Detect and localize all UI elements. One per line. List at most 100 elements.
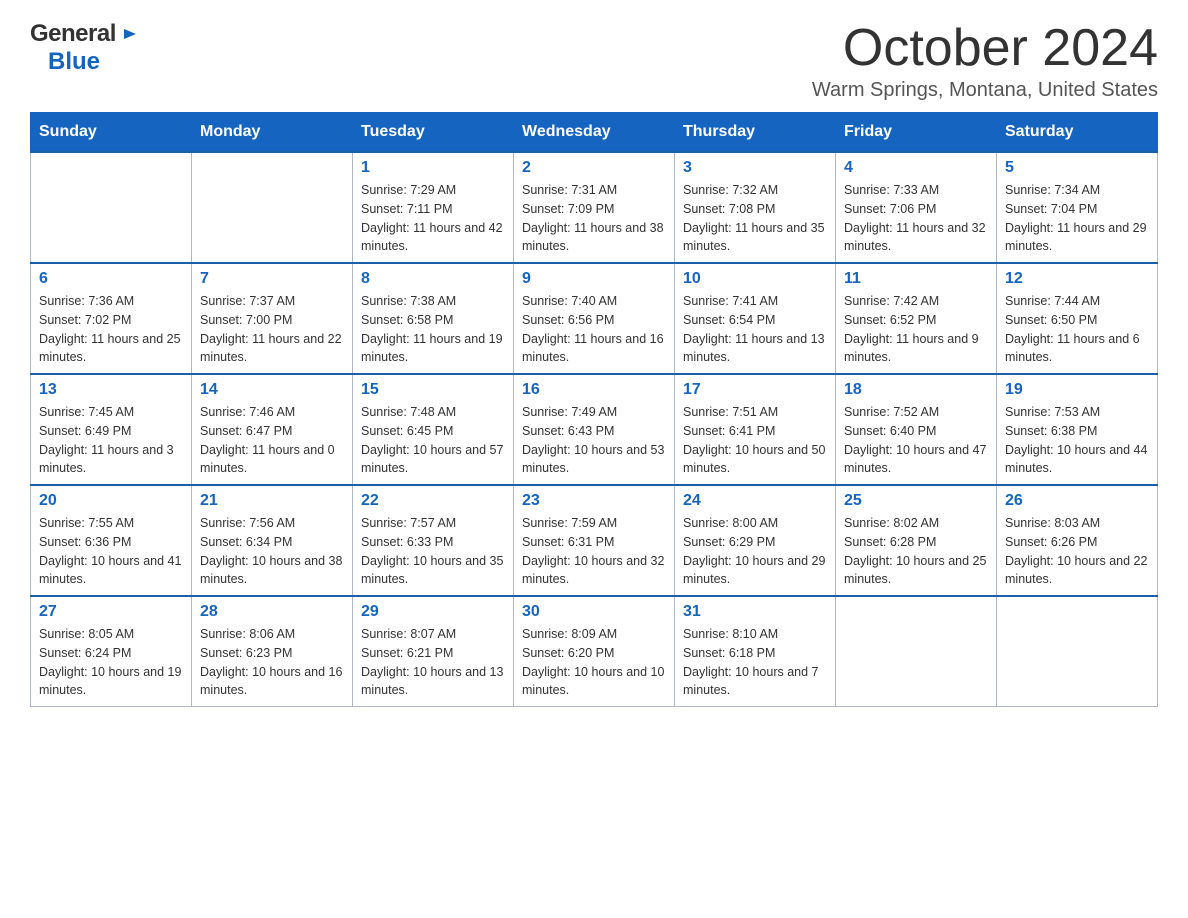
calendar-cell: 4 Sunrise: 7:33 AMSunset: 7:06 PMDaylight…	[836, 152, 997, 263]
calendar-cell: 24 Sunrise: 8:00 AMSunset: 6:29 PMDayligh…	[675, 485, 836, 596]
weekday-header-sunday: Sunday	[31, 113, 192, 153]
weekday-header-row: SundayMondayTuesdayWednesdayThursdayFrid…	[31, 113, 1158, 153]
calendar-cell: 31Sunrise: 8:10 AMSunset: 6:18 PMDayligh…	[675, 596, 836, 707]
day-number: 19	[1005, 381, 1149, 399]
logo-triangle-icon	[120, 25, 138, 48]
logo: General Blue	[30, 20, 138, 76]
day-number: 11	[844, 270, 988, 288]
day-info: Sunrise: 7:44 AMSunset: 6:50 PMDaylight:…	[1005, 292, 1149, 367]
day-number: 14	[200, 381, 344, 399]
day-info: Sunrise: 7:52 AMSunset: 6:40 PMDaylight:…	[844, 403, 988, 478]
weekday-header-friday: Friday	[836, 113, 997, 153]
day-number: 7	[200, 270, 344, 288]
day-info: Sunrise: 8:09 AMSunset: 6:20 PMDaylight:…	[522, 625, 666, 700]
day-number: 17	[683, 381, 827, 399]
calendar-cell: 27 Sunrise: 8:05 AMSunset: 6:24 PMDayligh…	[31, 596, 192, 707]
day-info: Sunrise: 7:41 AMSunset: 6:54 PMDaylight:…	[683, 292, 827, 367]
calendar-cell: 28Sunrise: 8:06 AMSunset: 6:23 PMDayligh…	[192, 596, 353, 707]
day-number: 18	[844, 381, 988, 399]
calendar-cell: 30 Sunrise: 8:09 AMSunset: 6:20 PMDayligh…	[514, 596, 675, 707]
day-info: Sunrise: 7:37 AMSunset: 7:00 PMDaylight:…	[200, 292, 344, 367]
day-number: 21	[200, 492, 344, 510]
calendar-cell: 5 Sunrise: 7:34 AMSunset: 7:04 PMDaylight…	[997, 152, 1158, 263]
weekday-header-thursday: Thursday	[675, 113, 836, 153]
calendar-cell: 3 Sunrise: 7:32 AMSunset: 7:08 PMDaylight…	[675, 152, 836, 263]
day-info: Sunrise: 7:49 AMSunset: 6:43 PMDaylight:…	[522, 403, 666, 478]
calendar-cell: 22Sunrise: 7:57 AMSunset: 6:33 PMDayligh…	[353, 485, 514, 596]
calendar-cell: 29 Sunrise: 8:07 AMSunset: 6:21 PMDayligh…	[353, 596, 514, 707]
day-number: 27	[39, 603, 183, 621]
week-row-4: 20 Sunrise: 7:55 AMSunset: 6:36 PMDayligh…	[31, 485, 1158, 596]
calendar-cell	[836, 596, 997, 707]
calendar-cell: 17 Sunrise: 7:51 AMSunset: 6:41 PMDayligh…	[675, 374, 836, 485]
calendar-cell: 13 Sunrise: 7:45 AMSunset: 6:49 PMDayligh…	[31, 374, 192, 485]
day-number: 26	[1005, 492, 1149, 510]
day-info: Sunrise: 7:31 AMSunset: 7:09 PMDaylight:…	[522, 181, 666, 256]
day-number: 9	[522, 270, 666, 288]
day-info: Sunrise: 7:34 AMSunset: 7:04 PMDaylight:…	[1005, 181, 1149, 256]
day-number: 15	[361, 381, 505, 399]
day-info: Sunrise: 7:59 AMSunset: 6:31 PMDaylight:…	[522, 514, 666, 589]
calendar-cell: 2Sunrise: 7:31 AMSunset: 7:09 PMDaylight…	[514, 152, 675, 263]
day-number: 30	[522, 603, 666, 621]
logo-general-text: General	[30, 20, 116, 48]
weekday-header-wednesday: Wednesday	[514, 113, 675, 153]
calendar-cell: 10 Sunrise: 7:41 AMSunset: 6:54 PMDayligh…	[675, 263, 836, 374]
day-number: 6	[39, 270, 183, 288]
day-number: 4	[844, 159, 988, 177]
day-info: Sunrise: 8:07 AMSunset: 6:21 PMDaylight:…	[361, 625, 505, 700]
day-number: 13	[39, 381, 183, 399]
day-number: 20	[39, 492, 183, 510]
day-number: 10	[683, 270, 827, 288]
location-title: Warm Springs, Montana, United States	[812, 79, 1158, 102]
calendar-table: SundayMondayTuesdayWednesdayThursdayFrid…	[30, 112, 1158, 707]
day-info: Sunrise: 7:51 AMSunset: 6:41 PMDaylight:…	[683, 403, 827, 478]
calendar-cell: 25 Sunrise: 8:02 AMSunset: 6:28 PMDayligh…	[836, 485, 997, 596]
day-number: 25	[844, 492, 988, 510]
logo-blue-text: Blue	[48, 48, 100, 75]
weekday-header-tuesday: Tuesday	[353, 113, 514, 153]
page-header: General Blue October 2024 Warm Springs, …	[30, 20, 1158, 102]
week-row-3: 13 Sunrise: 7:45 AMSunset: 6:49 PMDayligh…	[31, 374, 1158, 485]
calendar-cell: 8 Sunrise: 7:38 AMSunset: 6:58 PMDaylight…	[353, 263, 514, 374]
day-info: Sunrise: 7:45 AMSunset: 6:49 PMDaylight:…	[39, 403, 183, 478]
day-number: 24	[683, 492, 827, 510]
calendar-cell: 19 Sunrise: 7:53 AMSunset: 6:38 PMDayligh…	[997, 374, 1158, 485]
weekday-header-saturday: Saturday	[997, 113, 1158, 153]
calendar-cell: 11Sunrise: 7:42 AMSunset: 6:52 PMDayligh…	[836, 263, 997, 374]
day-info: Sunrise: 8:10 AMSunset: 6:18 PMDaylight:…	[683, 625, 827, 700]
calendar-cell	[997, 596, 1158, 707]
week-row-2: 6 Sunrise: 7:36 AMSunset: 7:02 PMDaylight…	[31, 263, 1158, 374]
calendar-cell: 20 Sunrise: 7:55 AMSunset: 6:36 PMDayligh…	[31, 485, 192, 596]
weekday-header-monday: Monday	[192, 113, 353, 153]
calendar-cell: 1Sunrise: 7:29 AMSunset: 7:11 PMDaylight…	[353, 152, 514, 263]
title-block: October 2024 Warm Springs, Montana, Unit…	[812, 20, 1158, 102]
calendar-cell	[31, 152, 192, 263]
day-info: Sunrise: 7:32 AMSunset: 7:08 PMDaylight:…	[683, 181, 827, 256]
day-info: Sunrise: 7:53 AMSunset: 6:38 PMDaylight:…	[1005, 403, 1149, 478]
day-info: Sunrise: 8:00 AMSunset: 6:29 PMDaylight:…	[683, 514, 827, 589]
day-number: 12	[1005, 270, 1149, 288]
day-number: 8	[361, 270, 505, 288]
calendar-cell: 18 Sunrise: 7:52 AMSunset: 6:40 PMDayligh…	[836, 374, 997, 485]
day-info: Sunrise: 7:33 AMSunset: 7:06 PMDaylight:…	[844, 181, 988, 256]
day-info: Sunrise: 7:36 AMSunset: 7:02 PMDaylight:…	[39, 292, 183, 367]
day-number: 3	[683, 159, 827, 177]
calendar-cell: 6 Sunrise: 7:36 AMSunset: 7:02 PMDaylight…	[31, 263, 192, 374]
week-row-5: 27 Sunrise: 8:05 AMSunset: 6:24 PMDayligh…	[31, 596, 1158, 707]
calendar-cell: 9 Sunrise: 7:40 AMSunset: 6:56 PMDaylight…	[514, 263, 675, 374]
day-number: 22	[361, 492, 505, 510]
day-info: Sunrise: 8:02 AMSunset: 6:28 PMDaylight:…	[844, 514, 988, 589]
calendar-cell: 12 Sunrise: 7:44 AMSunset: 6:50 PMDayligh…	[997, 263, 1158, 374]
day-number: 5	[1005, 159, 1149, 177]
day-number: 1	[361, 159, 505, 177]
day-info: Sunrise: 7:55 AMSunset: 6:36 PMDaylight:…	[39, 514, 183, 589]
day-number: 28	[200, 603, 344, 621]
week-row-1: 1Sunrise: 7:29 AMSunset: 7:11 PMDaylight…	[31, 152, 1158, 263]
day-info: Sunrise: 8:05 AMSunset: 6:24 PMDaylight:…	[39, 625, 183, 700]
day-number: 29	[361, 603, 505, 621]
calendar-cell	[192, 152, 353, 263]
day-info: Sunrise: 7:38 AMSunset: 6:58 PMDaylight:…	[361, 292, 505, 367]
month-title: October 2024	[812, 20, 1158, 77]
day-info: Sunrise: 7:40 AMSunset: 6:56 PMDaylight:…	[522, 292, 666, 367]
